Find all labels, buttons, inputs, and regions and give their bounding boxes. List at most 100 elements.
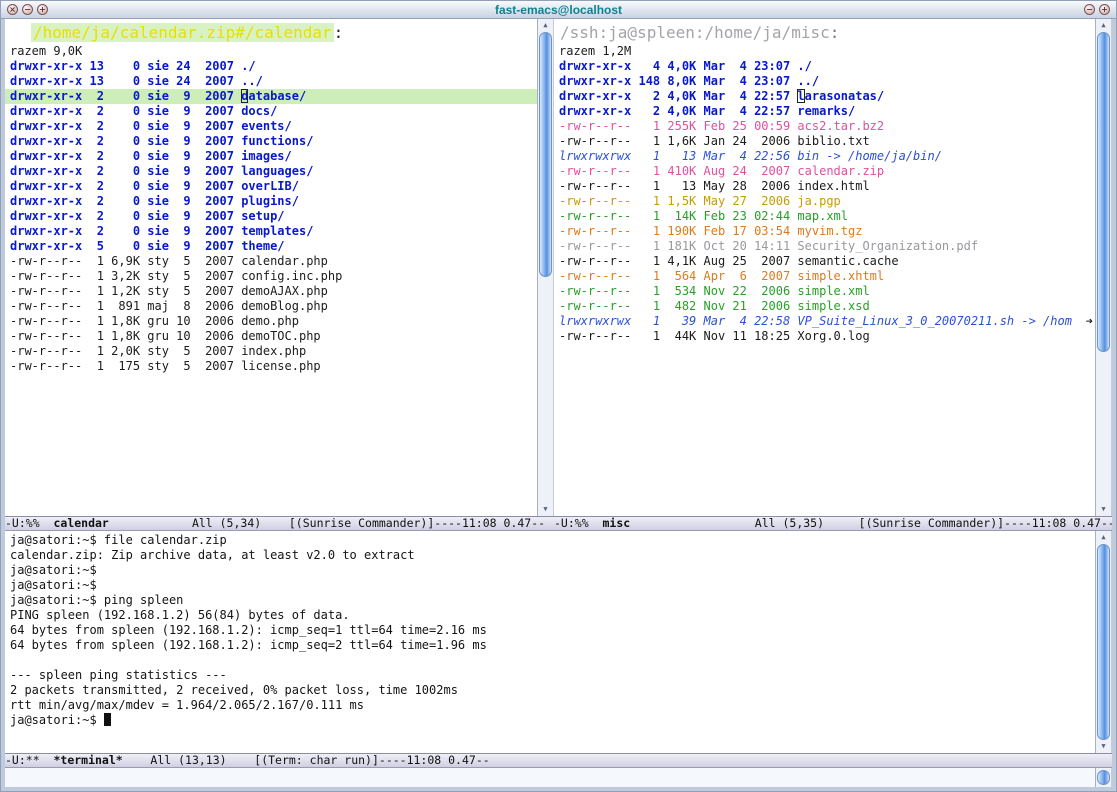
file-row[interactable]: -rw-r--r-- 1 1,8K gru 10 2006 demo.php (5, 314, 537, 329)
file-row[interactable]: drwxr-xr-x 2 4,0K Mar 4 22:57 larasonata… (554, 89, 1095, 104)
file-row[interactable]: drwxr-xr-x 2 0 sie 9 2007 setup/ (5, 209, 537, 224)
file-row[interactable]: lrwxrwxrwx 1 13 Mar 4 22:56 bin -> /home… (554, 149, 1095, 164)
minibuffer-scrollbar-thumb[interactable] (1097, 770, 1110, 786)
file-row[interactable]: -rw-r--r-- 1 190K Feb 17 03:54 myvim.tgz (554, 224, 1095, 239)
scroll-down-icon[interactable]: ▼ (1096, 741, 1111, 752)
file-row[interactable]: -rw-r--r-- 1 1,2K sty 5 2007 demoAJAX.ph… (5, 284, 537, 299)
file-name[interactable]: demoAJAX.php (241, 284, 328, 298)
terminal-scrollbar-thumb[interactable] (1097, 543, 1110, 740)
file-row[interactable]: -rw-r--r-- 1 3,2K sty 5 2007 config.inc.… (5, 269, 537, 284)
file-name[interactable]: setup/ (241, 209, 284, 223)
file-row[interactable]: drwxr-xr-x 2 0 sie 9 2007 languages/ (5, 164, 537, 179)
file-name[interactable]: demoTOC.php (241, 329, 320, 343)
file-row[interactable]: drwxr-xr-x 2 0 sie 9 2007 plugins/ (5, 194, 537, 209)
file-name[interactable]: ja.pgp (797, 194, 840, 208)
file-name[interactable]: templates/ (241, 224, 313, 238)
file-row[interactable]: drwxr-xr-x 2 0 sie 9 2007 images/ (5, 149, 537, 164)
file-name[interactable]: ../ (241, 74, 263, 88)
file-name[interactable]: demoBlog.php (241, 299, 328, 313)
scroll-down-icon[interactable]: ▼ (538, 504, 553, 515)
file-row[interactable]: drwxr-xr-x 2 0 sie 9 2007 events/ (5, 119, 537, 134)
file-name[interactable]: plugins/ (241, 194, 299, 208)
file-name[interactable]: ./ (797, 59, 811, 73)
file-name[interactable]: index.html (797, 179, 869, 193)
file-name[interactable]: demo.php (241, 314, 299, 328)
file-name[interactable]: ../ (797, 74, 819, 88)
file-row[interactable]: -rw-r--r-- 1 181K Oct 20 14:11 Security_… (554, 239, 1095, 254)
file-row[interactable]: -rw-r--r-- 1 255K Feb 25 00:59 acs2.tar.… (554, 119, 1095, 134)
left-scrollbar-thumb[interactable] (539, 32, 552, 277)
file-name[interactable]: semantic.cache (797, 254, 898, 268)
right-pane-content[interactable]: /ssh:ja@spleen:/home/ja/misc: razem 1,2M… (554, 19, 1095, 516)
file-name[interactable]: images/ (241, 149, 292, 163)
file-row[interactable]: -rw-r--r-- 1 482 Nov 21 2006 simple.xsd (554, 299, 1095, 314)
file-name[interactable]: overLIB/ (241, 179, 299, 193)
scroll-up-icon[interactable]: ▲ (1096, 532, 1111, 543)
file-name[interactable]: docs/ (241, 104, 277, 118)
file-row[interactable]: -rw-r--r-- 1 13 May 28 2006 index.html (554, 179, 1095, 194)
scroll-up-icon[interactable]: ▲ (538, 20, 553, 31)
file-name[interactable]: acs2.tar.bz2 (797, 119, 884, 133)
file-row[interactable]: drwxr-xr-x 5 0 sie 9 2007 theme/ (5, 239, 537, 254)
file-name[interactable]: events/ (241, 119, 292, 133)
file-row[interactable]: drwxr-xr-x 4 4,0K Mar 4 23:07 ./ (554, 59, 1095, 74)
file-name[interactable]: config.inc.php (241, 269, 342, 283)
file-row[interactable]: -rw-r--r-- 1 14K Feb 23 02:44 map.xml (554, 209, 1095, 224)
file-row[interactable]: -rw-r--r-- 1 1,8K gru 10 2006 demoTOC.ph… (5, 329, 537, 344)
right-scrollbar-thumb[interactable] (1097, 32, 1110, 352)
file-row[interactable]: lrwxrwxrwx 1 39 Mar 4 22:58 VP_Suite_Lin… (554, 314, 1095, 329)
file-name[interactable]: VP_Suite_Linux_3_0_20070211.sh -> /hom (797, 314, 1072, 328)
file-row[interactable]: -rw-r--r-- 1 4,1K Aug 25 2007 semantic.c… (554, 254, 1095, 269)
left-pane-content[interactable]: /home/ja/calendar.zip#/calendar: razem 9… (5, 19, 537, 516)
file-name[interactable]: map.xml (797, 209, 848, 223)
minibuffer-scrollbar[interactable] (1095, 768, 1112, 787)
maximize-button[interactable]: + (37, 4, 48, 15)
file-name[interactable]: simple.xhtml (797, 269, 884, 283)
file-name[interactable]: simple.xsd (797, 299, 869, 313)
right-pane-path[interactable]: /ssh:ja@spleen:/home/ja/misc (560, 23, 830, 42)
file-name[interactable]: ./ (241, 59, 255, 73)
file-name[interactable]: bin -> /home/ja/bin/ (797, 149, 942, 163)
file-name[interactable]: calendar.php (241, 254, 328, 268)
terminal-scrollbar[interactable]: ▲ ▼ (1095, 530, 1112, 754)
file-row[interactable]: -rw-r--r-- 1 891 maj 8 2006 demoBlog.php (5, 299, 537, 314)
file-row[interactable]: -rw-r--r-- 1 2,0K sty 5 2007 index.php (5, 344, 537, 359)
file-name[interactable]: simple.xml (797, 284, 869, 298)
file-row[interactable]: drwxr-xr-x 13 0 sie 24 2007 ./ (5, 59, 537, 74)
file-name[interactable]: Security_Organization.pdf (797, 239, 978, 253)
file-name[interactable]: myvim.tgz (797, 224, 862, 238)
file-name[interactable]: theme/ (241, 239, 284, 253)
file-row[interactable]: -rw-r--r-- 1 534 Nov 22 2006 simple.xml (554, 284, 1095, 299)
file-name[interactable]: functions/ (241, 134, 313, 148)
left-pane-path[interactable]: /home/ja/calendar.zip#/calendar (31, 23, 334, 42)
file-row[interactable]: -rw-r--r-- 1 44K Nov 11 18:25 Xorg.0.log (554, 329, 1095, 344)
file-name[interactable]: calendar.zip (797, 164, 884, 178)
file-name[interactable]: languages/ (241, 164, 313, 178)
window-menu-button[interactable]: − (1084, 4, 1095, 15)
file-row[interactable]: drwxr-xr-x 2 0 sie 9 2007 templates/ (5, 224, 537, 239)
file-row[interactable]: drwxr-xr-x 2 0 sie 9 2007 docs/ (5, 104, 537, 119)
file-row[interactable]: -rw-r--r-- 1 410K Aug 24 2007 calendar.z… (554, 164, 1095, 179)
file-row[interactable]: -rw-r--r-- 1 1,5K May 27 2006 ja.pgp (554, 194, 1095, 209)
file-row[interactable]: -rw-r--r-- 1 1,6K Jan 24 2006 biblio.txt (554, 134, 1095, 149)
left-scrollbar[interactable]: ▲ ▼ (537, 19, 554, 516)
file-row[interactable]: drwxr-xr-x 2 0 sie 9 2007 database/ (5, 89, 537, 104)
file-name[interactable]: license.php (241, 359, 320, 373)
window-shade-button[interactable]: + (1099, 4, 1110, 15)
minibuffer[interactable] (5, 768, 1095, 787)
file-name[interactable]: Xorg.0.log (797, 329, 869, 343)
terminal-content[interactable]: ja@satori:~$ file calendar.zip calendar.z… (5, 530, 1095, 754)
file-name[interactable]: biblio.txt (797, 134, 869, 148)
right-scrollbar[interactable]: ▲ ▼ (1095, 19, 1112, 516)
file-row[interactable]: drwxr-xr-x 2 0 sie 9 2007 functions/ (5, 134, 537, 149)
file-row[interactable]: drwxr-xr-x 13 0 sie 24 2007 ../ (5, 74, 537, 89)
file-row[interactable]: -rw-r--r-- 1 175 sty 5 2007 license.php (5, 359, 537, 374)
window-titlebar[interactable]: fast-emacs@localhost × − + − + (1, 1, 1116, 19)
right-pane-header[interactable]: /ssh:ja@spleen:/home/ja/misc: (554, 19, 1095, 44)
file-name[interactable]: larasonatas/ (797, 89, 884, 103)
file-row[interactable]: drwxr-xr-x 2 4,0K Mar 4 22:57 remarks/ (554, 104, 1095, 119)
file-row[interactable]: drwxr-xr-x 148 8,0K Mar 4 23:07 ../ (554, 74, 1095, 89)
scroll-up-icon[interactable]: ▲ (1096, 20, 1111, 31)
scroll-down-icon[interactable]: ▼ (1096, 504, 1111, 515)
file-row[interactable]: drwxr-xr-x 2 0 sie 9 2007 overLIB/ (5, 179, 537, 194)
